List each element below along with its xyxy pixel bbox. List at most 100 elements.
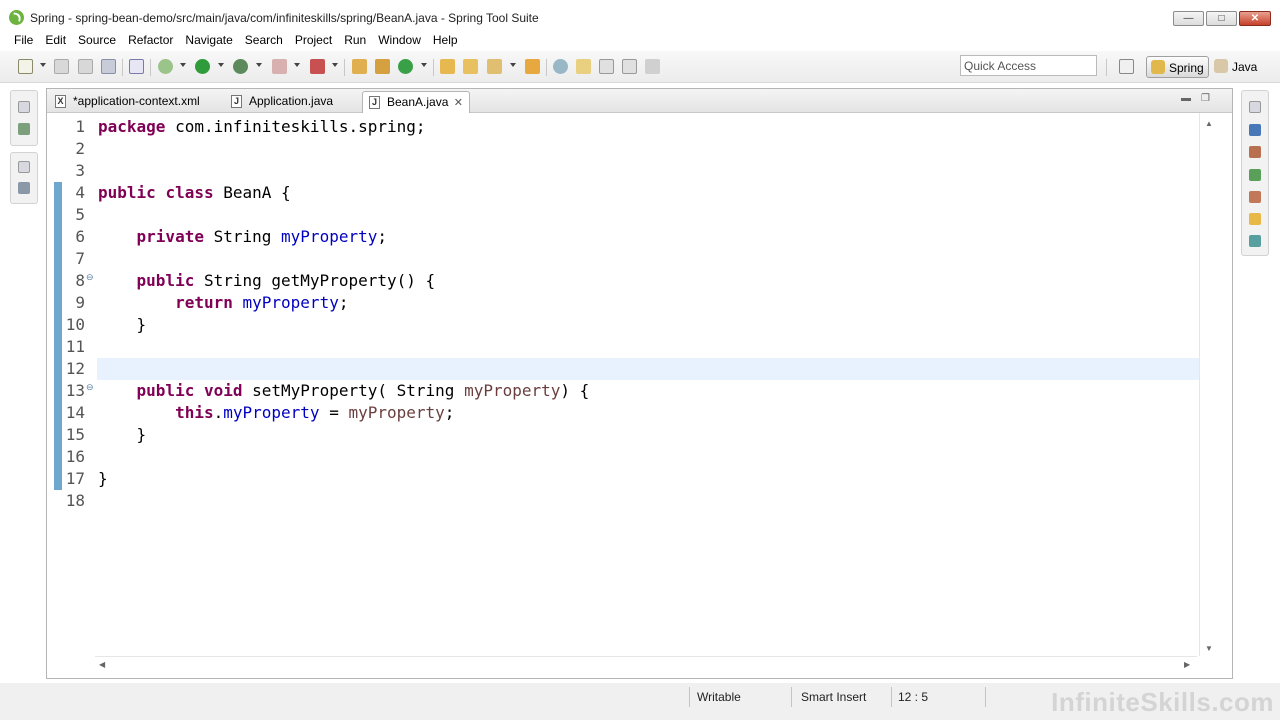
menu-refactor[interactable]: Refactor: [122, 30, 179, 50]
external-tool-dropdown-icon[interactable]: [256, 63, 262, 67]
annotation-icon[interactable]: [553, 59, 568, 74]
stop-dropdown-icon[interactable]: [294, 63, 300, 67]
xml-file-icon: X: [55, 95, 66, 108]
code-line[interactable]: public String getMyProperty() {: [98, 270, 1198, 292]
scroll-right-icon[interactable]: ▶: [1184, 660, 1190, 669]
open-type-icon[interactable]: [440, 59, 455, 74]
code-line[interactable]: [98, 336, 1198, 358]
menu-help[interactable]: Help: [427, 30, 464, 50]
save-all-icon[interactable]: [78, 59, 93, 74]
spring-perspective-button[interactable]: Spring: [1146, 56, 1209, 78]
scroll-left-icon[interactable]: ◀: [99, 660, 105, 669]
code-line[interactable]: [98, 490, 1198, 512]
code-area[interactable]: 1 2 3 4 5 6 7 8 9 10 11 12 13 14 15 16 1…: [47, 113, 1232, 656]
code-line[interactable]: return myProperty;: [98, 292, 1198, 314]
line-number: 7: [75, 249, 85, 268]
new-spring-project-icon[interactable]: [352, 59, 367, 74]
hierarchy-icon[interactable]: [1249, 235, 1261, 247]
save-icon[interactable]: [54, 59, 69, 74]
spring-perspective-icon: [1151, 60, 1165, 74]
menu-edit[interactable]: Edit: [39, 30, 72, 50]
code-line[interactable]: public class BeanA {: [98, 182, 1198, 204]
toggle-mark-icon[interactable]: [129, 59, 144, 74]
highlight-icon[interactable]: [576, 59, 591, 74]
maximize-button[interactable]: □: [1206, 11, 1237, 26]
code-line[interactable]: }: [98, 468, 1198, 490]
run-dropdown-icon[interactable]: [218, 63, 224, 67]
print-icon[interactable]: [101, 59, 116, 74]
code-line[interactable]: [98, 358, 1198, 380]
code-line[interactable]: }: [98, 424, 1198, 446]
run-external-tool-icon[interactable]: [233, 59, 248, 74]
new-dropdown-icon[interactable]: [40, 63, 46, 67]
debug-icon[interactable]: [158, 59, 173, 74]
restore-icon[interactable]: [1249, 101, 1261, 113]
minimize-button[interactable]: —: [1173, 11, 1204, 26]
java-perspective-button[interactable]: Java: [1210, 56, 1268, 78]
maximize-editor-icon[interactable]: ❐: [1201, 93, 1220, 104]
new-package-icon[interactable]: [375, 59, 390, 74]
new-class-dropdown-icon[interactable]: [421, 63, 427, 67]
menu-search[interactable]: Search: [239, 30, 289, 50]
menu-file[interactable]: File: [8, 30, 39, 50]
source-code[interactable]: package com.infiniteskills.spring; public…: [98, 116, 1198, 512]
line-number: 5: [75, 205, 85, 224]
servers-icon[interactable]: [18, 182, 30, 194]
outline-icon[interactable]: [1249, 124, 1261, 136]
code-line[interactable]: public void setMyProperty( String myProp…: [98, 380, 1198, 402]
spring-explorer-icon[interactable]: [1249, 146, 1261, 158]
next-annotation-icon[interactable]: [645, 59, 660, 74]
editor-view-controls[interactable]: ▬❐: [1181, 93, 1220, 104]
code-line[interactable]: [98, 248, 1198, 270]
code-editor: X *application-context.xml J Application…: [46, 88, 1233, 679]
deploy-dropdown-icon[interactable]: [332, 63, 338, 67]
search-dropdown-icon[interactable]: [510, 63, 516, 67]
close-window-button[interactable]: ✕: [1239, 11, 1271, 26]
tab-application-java[interactable]: J Application.java: [225, 91, 359, 113]
right-dock: [1241, 90, 1269, 256]
restore-icon[interactable]: [18, 101, 30, 113]
show-whitespace-icon[interactable]: [622, 59, 637, 74]
open-resource-icon[interactable]: [463, 59, 478, 74]
task-list-icon[interactable]: [1249, 169, 1261, 181]
code-line[interactable]: [98, 204, 1198, 226]
code-line[interactable]: }: [98, 314, 1198, 336]
quick-access-input[interactable]: Quick Access: [960, 55, 1097, 76]
new-class-icon[interactable]: [398, 59, 413, 74]
package-explorer-icon[interactable]: [18, 123, 30, 135]
menu-window[interactable]: Window: [372, 30, 427, 50]
deploy-icon[interactable]: [310, 59, 325, 74]
run-icon[interactable]: [195, 59, 210, 74]
tab-application-context-xml[interactable]: X *application-context.xml: [49, 91, 219, 113]
debug-dropdown-icon[interactable]: [180, 63, 186, 67]
vertical-scrollbar[interactable]: ▲ ▼: [1199, 113, 1232, 656]
stop-icon[interactable]: [272, 59, 287, 74]
menu-source[interactable]: Source: [72, 30, 122, 50]
cheat-sheet-icon[interactable]: [1249, 213, 1261, 225]
scroll-up-icon[interactable]: ▲: [1205, 119, 1213, 128]
spring-elements-icon[interactable]: [1249, 191, 1261, 203]
close-tab-icon[interactable]: ✕: [454, 96, 463, 109]
tab-beana-java[interactable]: J BeanA.java ✕: [362, 91, 470, 113]
menu-run[interactable]: Run: [338, 30, 372, 50]
horizontal-scrollbar[interactable]: ◀ ▶: [95, 656, 1197, 673]
fold-collapse-icon[interactable]: ⊖: [86, 272, 94, 283]
minimize-editor-icon[interactable]: ▬: [1181, 93, 1201, 104]
scroll-down-icon[interactable]: ▼: [1205, 644, 1213, 653]
open-perspective-icon[interactable]: [1119, 59, 1134, 74]
code-line[interactable]: package com.infiniteskills.spring;: [98, 116, 1198, 138]
fold-collapse-icon[interactable]: ⊖: [86, 382, 94, 393]
menu-project[interactable]: Project: [289, 30, 338, 50]
search-icon[interactable]: [487, 59, 502, 74]
code-line[interactable]: this.myProperty = myProperty;: [98, 402, 1198, 424]
block-selection-icon[interactable]: [599, 59, 614, 74]
new-file-icon[interactable]: [18, 59, 33, 74]
menu-navigate[interactable]: Navigate: [179, 30, 238, 50]
code-line[interactable]: private String myProperty;: [98, 226, 1198, 248]
open-task-icon[interactable]: [525, 59, 540, 74]
code-line[interactable]: [98, 160, 1198, 182]
restore-icon[interactable]: [18, 161, 30, 173]
code-line[interactable]: [98, 446, 1198, 468]
code-line[interactable]: [98, 138, 1198, 160]
line-number: 3: [75, 161, 85, 180]
